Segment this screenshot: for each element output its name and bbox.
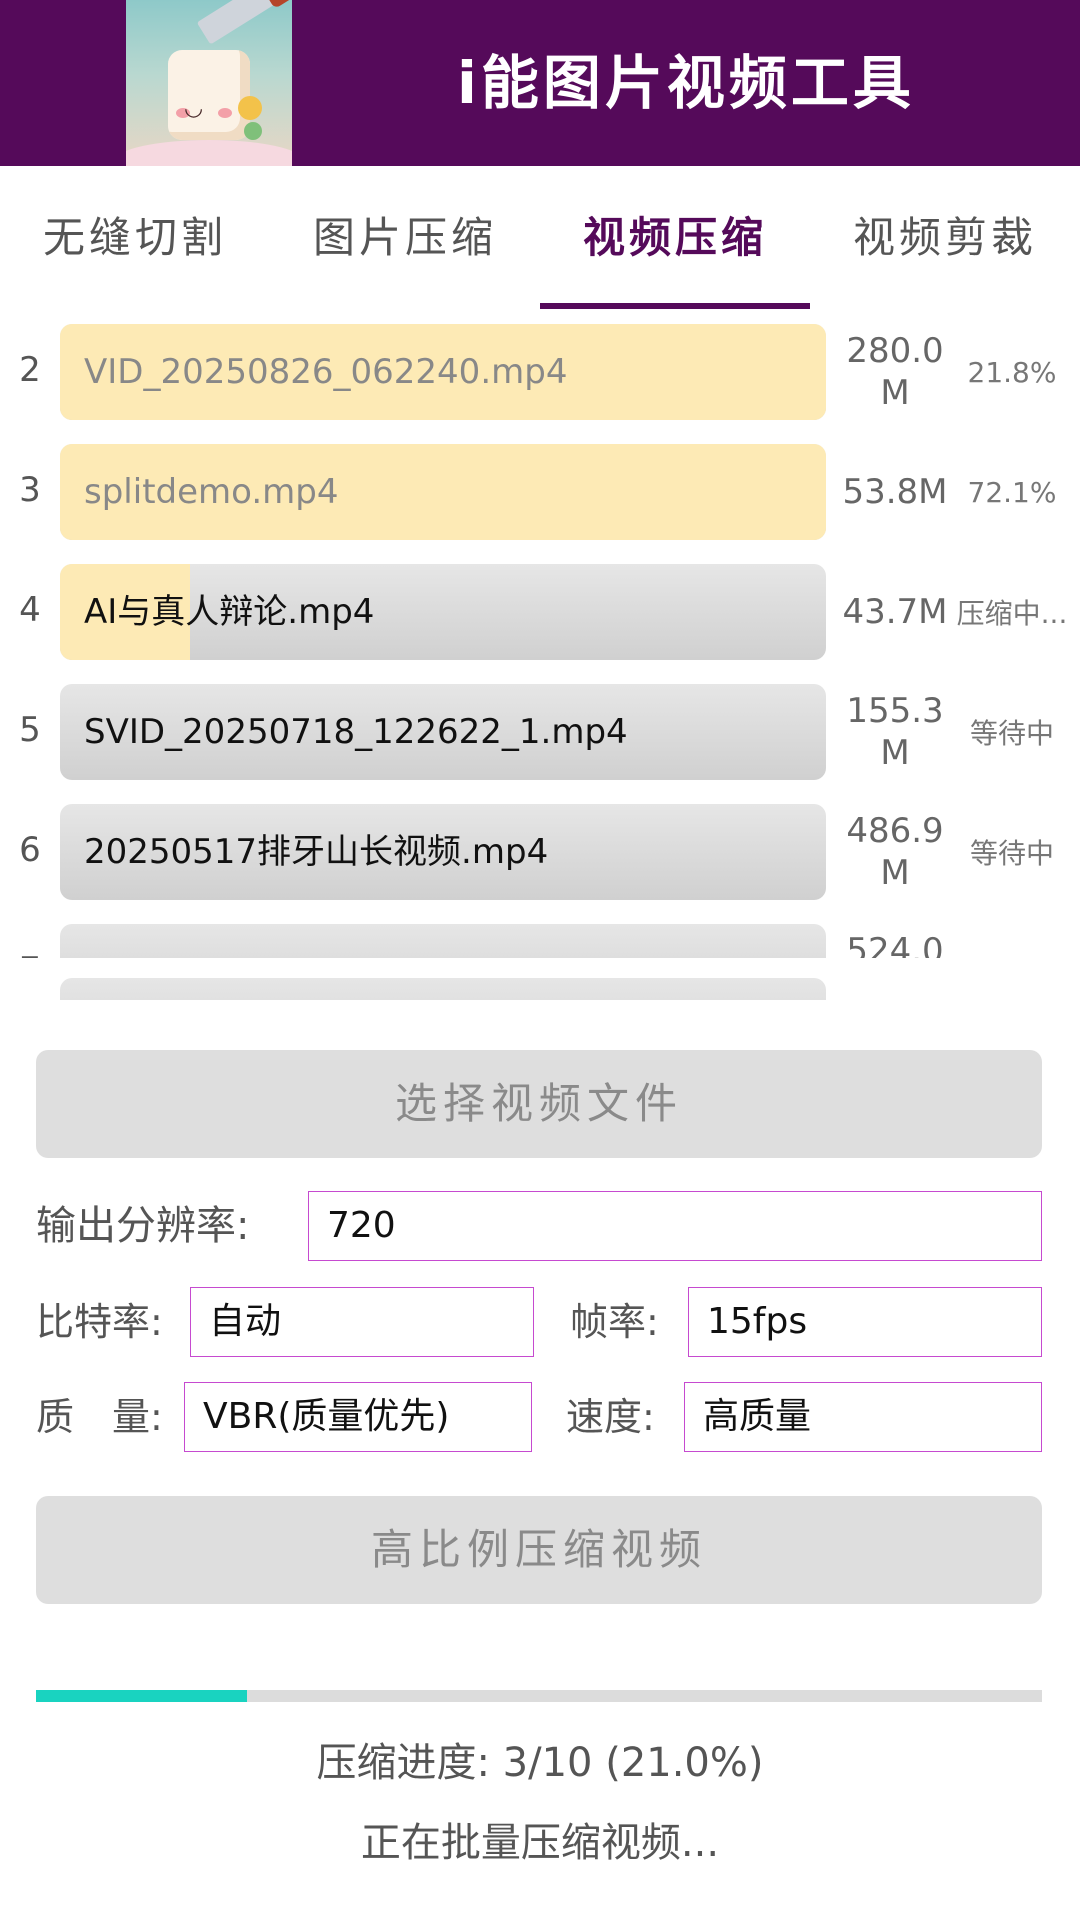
overall-progress-bar <box>36 1690 1042 1702</box>
compress-video-button[interactable]: 高比例压缩视频 <box>36 1496 1042 1604</box>
active-tab-indicator <box>540 303 810 309</box>
progress-text: 压缩进度: 3/10 (21.0%) <box>316 1740 764 1786</box>
file-size: 43.7M <box>842 592 948 632</box>
file-status: 压缩中... <box>956 597 1068 630</box>
bitrate-field[interactable]: 自动 <box>190 1287 534 1357</box>
file-size: 524.0M <box>846 931 944 958</box>
tab-image-compress[interactable]: 图片压缩 <box>270 166 540 310</box>
row-index: 4 <box>19 590 41 630</box>
file-progress-bar <box>60 924 826 958</box>
file-size: 486.9M <box>846 811 944 893</box>
quality-label: 质 量: <box>36 1395 163 1439</box>
tab-video-crop[interactable]: 视频剪裁 <box>810 166 1080 310</box>
app-header: ◡ i能图片视频工具 <box>0 0 1080 166</box>
row-index: 5 <box>19 710 41 750</box>
speed-label: 速度: <box>566 1395 655 1439</box>
framerate-label: 帧率: <box>570 1300 659 1344</box>
select-video-button[interactable]: 选择视频文件 <box>36 1050 1042 1158</box>
file-row[interactable]: 1 <box>0 958 1080 1000</box>
row-index: 6 <box>19 830 41 870</box>
file-name: SVID_20250718_122622_1.mp4 <box>84 712 628 752</box>
file-name: splitdemo.mp4 <box>84 472 339 512</box>
file-row[interactable]: 5 SVID_20250718_122622_1.mp4 155.3M 等待中 <box>0 670 1080 790</box>
file-status: 等待中 <box>969 837 1054 870</box>
file-progress-bar: VID_20250826_062240.mp4 <box>60 324 826 420</box>
framerate-field[interactable]: 15fps <box>688 1287 1042 1357</box>
bitrate-label: 比特率: <box>36 1300 163 1344</box>
file-status <box>952 924 1072 958</box>
file-status: 72.1% <box>967 475 1057 509</box>
file-row[interactable]: 4 AI与真人辩论.mp4 43.7M 压缩中... <box>0 550 1080 670</box>
speed-field[interactable]: 高质量 <box>684 1382 1042 1452</box>
file-status: 等待中 <box>969 717 1054 750</box>
file-status: 21.8% <box>967 355 1057 389</box>
row-index: 3 <box>19 470 41 510</box>
file-progress-bar <box>60 978 826 1000</box>
file-size: 280.0M <box>846 331 944 413</box>
file-name: 20250517排牙山长视频.mp4 <box>84 832 549 872</box>
tab-bar: 无缝切割 图片压缩 视频压缩 视频剪裁 <box>0 166 1080 310</box>
progress-status: 正在批量压缩视频... <box>360 1820 720 1866</box>
row-index: 2 <box>19 350 41 390</box>
tab-seamless-cut[interactable]: 无缝切割 <box>0 166 270 310</box>
quality-field[interactable]: VBR(质量优先) <box>184 1382 532 1452</box>
resolution-label: 输出分辨率: <box>36 1203 250 1249</box>
file-progress-bar: splitdemo.mp4 <box>60 444 826 540</box>
file-row[interactable]: 6 20250517排牙山长视频.mp4 486.9M 等待中 <box>0 790 1080 910</box>
app-logo: ◡ <box>126 0 292 166</box>
file-name: AI与真人辩论.mp4 <box>84 592 375 632</box>
file-size: 53.8M <box>842 472 948 512</box>
row-index: 1 <box>14 962 46 1000</box>
file-row[interactable]: 2 VID_20250826_062240.mp4 280.0M 21.8% <box>0 310 1080 430</box>
file-progress-bar: AI与真人辩论.mp4 <box>60 564 826 660</box>
file-row[interactable]: 3 splitdemo.mp4 53.8M 72.1% <box>0 430 1080 550</box>
file-progress-bar: SVID_20250718_122622_1.mp4 <box>60 684 826 780</box>
resolution-field[interactable]: 720 <box>308 1191 1042 1261</box>
file-size: 155.3M <box>846 691 944 773</box>
file-list[interactable]: 2 VID_20250826_062240.mp4 280.0M 21.8% 3… <box>0 310 1080 1000</box>
file-name: VID_20250826_062240.mp4 <box>84 352 568 392</box>
app-title: i能图片视频工具 <box>457 49 915 117</box>
file-progress-bar: 20250517排牙山长视频.mp4 <box>60 804 826 900</box>
row-index: 7 <box>14 910 46 958</box>
overall-progress-fill <box>36 1690 248 1702</box>
file-row[interactable]: 7 524.0M <box>0 910 1080 958</box>
tab-video-compress[interactable]: 视频压缩 <box>540 166 810 310</box>
